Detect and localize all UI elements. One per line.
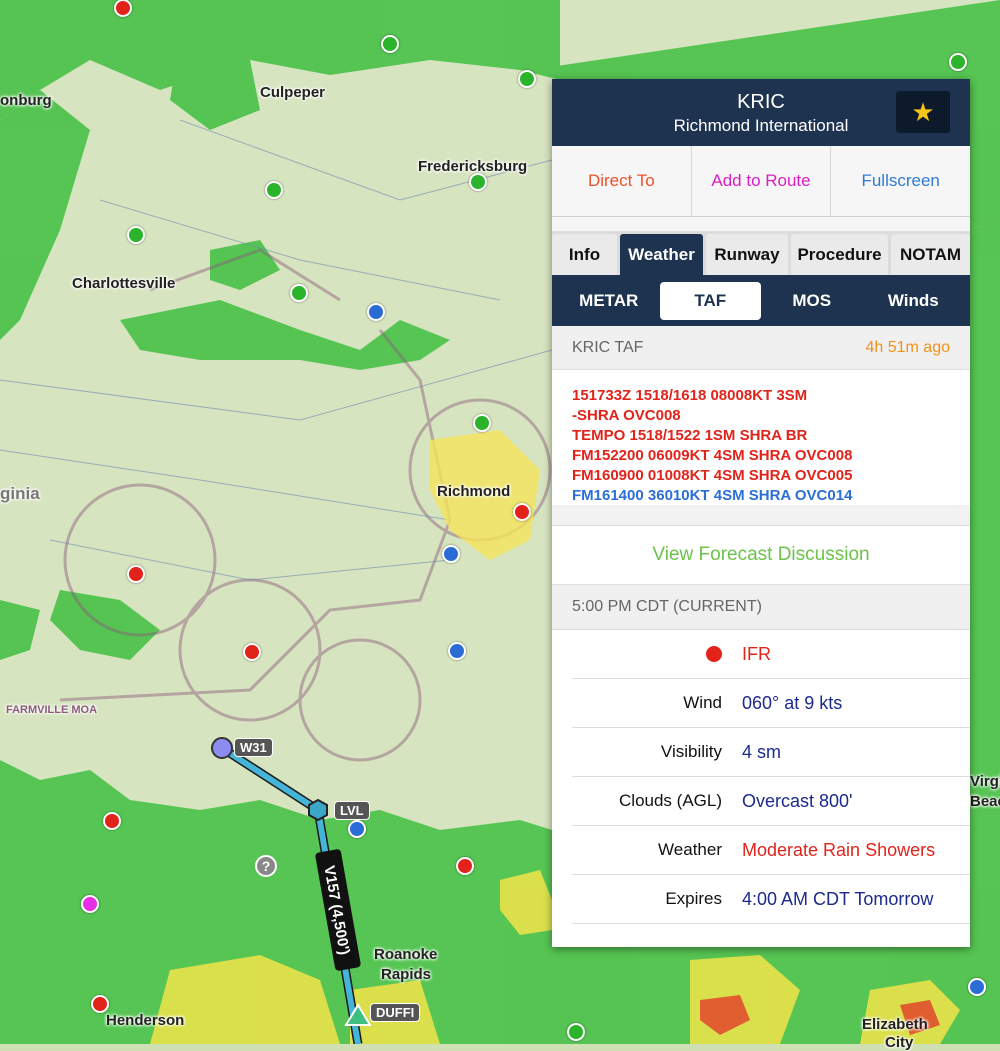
map-label-rapids: Rapids bbox=[381, 966, 432, 983]
taf-text: 151733Z 1518/1618 08008KT 3SM -SHRA OVC0… bbox=[552, 370, 970, 505]
taf-title: KRIC TAF bbox=[572, 338, 644, 356]
taf-line: TEMPO 1518/1522 1SM SHRA BR bbox=[572, 427, 808, 444]
subtab-taf[interactable]: TAF bbox=[659, 281, 761, 320]
visibility-row: Visibility 4 sm bbox=[572, 728, 970, 777]
direct-to-button[interactable]: Direct To bbox=[552, 146, 692, 216]
subtab-mos[interactable]: MOS bbox=[761, 282, 863, 320]
favorite-button[interactable]: ★ bbox=[896, 91, 950, 133]
tab-notam[interactable]: NOTAM bbox=[891, 234, 970, 275]
airport-dot[interactable] bbox=[949, 53, 967, 71]
airport-dot[interactable] bbox=[265, 181, 283, 199]
map-label-charlottesville: Charlottesville bbox=[72, 275, 176, 292]
airport-info-panel: KRIC Richmond International ★ Direct To … bbox=[552, 79, 970, 947]
airport-dot[interactable] bbox=[567, 1023, 585, 1041]
weather-value: Moderate Rain Showers bbox=[742, 839, 936, 860]
taf-line: 151733Z 1518/1618 08008KT 3SM bbox=[572, 387, 808, 404]
expires-label: Expires bbox=[665, 889, 722, 908]
divider bbox=[552, 217, 970, 232]
taf-age: 4h 51m ago bbox=[865, 338, 950, 356]
expires-row: Expires 4:00 AM CDT Tomorrow bbox=[572, 875, 970, 924]
taf-line: FM161400 36010KT 4SM SHRA OVC014 bbox=[572, 487, 853, 504]
taf-line: FM160900 01008KT 4SM SHRA OVC005 bbox=[572, 467, 853, 484]
action-bar: Direct To Add to Route Fullscreen bbox=[552, 146, 970, 217]
expires-value: 4:00 AM CDT Tomorrow bbox=[742, 888, 934, 909]
airport-dot[interactable] bbox=[518, 70, 536, 88]
taf-header: KRIC TAF 4h 51m ago bbox=[552, 326, 970, 370]
divider bbox=[552, 505, 970, 525]
airport-dot[interactable] bbox=[442, 545, 460, 563]
panel-header: KRIC Richmond International ★ bbox=[552, 79, 970, 146]
taf-line: -SHRA OVC008 bbox=[572, 407, 681, 424]
clouds-label: Clouds (AGL) bbox=[619, 791, 722, 810]
airport-dot[interactable] bbox=[367, 303, 385, 321]
svg-text:?: ? bbox=[262, 858, 271, 874]
clouds-value: Overcast 800' bbox=[742, 790, 853, 811]
tab-runway[interactable]: Runway bbox=[706, 234, 788, 275]
visibility-value: 4 sm bbox=[742, 741, 782, 762]
fullscreen-button[interactable]: Fullscreen bbox=[831, 146, 970, 216]
star-icon: ★ bbox=[911, 97, 935, 127]
airport-dot[interactable] bbox=[103, 812, 121, 830]
airport-dot[interactable] bbox=[81, 895, 99, 913]
add-to-route-button[interactable]: Add to Route bbox=[692, 146, 832, 216]
waypoint-lvl[interactable]: LVL bbox=[334, 801, 370, 820]
airport-dot[interactable] bbox=[127, 565, 145, 583]
subtab-winds[interactable]: Winds bbox=[863, 282, 965, 320]
wind-row: Wind 060° at 9 kts bbox=[572, 679, 970, 728]
airport-dot[interactable] bbox=[348, 820, 366, 838]
waypoint-w31[interactable]: W31 bbox=[234, 738, 273, 757]
view-forecast-discussion-link[interactable]: View Forecast Discussion bbox=[552, 525, 970, 585]
weather-subtabs: METAR TAF MOS Winds bbox=[552, 275, 970, 326]
map-label-fredericksburg: Fredericksburg bbox=[418, 158, 528, 175]
map-label-virginia-beach-2: Beac bbox=[970, 793, 1000, 810]
wind-value: 060° at 9 kts bbox=[742, 692, 843, 713]
map-label-henderson: Henderson bbox=[106, 1012, 185, 1029]
airport-dot[interactable] bbox=[448, 642, 466, 660]
clouds-row: Clouds (AGL) Overcast 800' bbox=[572, 777, 970, 826]
current-period-heading: 5:00 PM CDT (CURRENT) bbox=[552, 585, 970, 630]
waypoint-duffi[interactable]: DUFFI bbox=[370, 1003, 421, 1022]
flight-category: IFR bbox=[742, 643, 771, 664]
airport-dot[interactable] bbox=[456, 857, 474, 875]
tab-bar: Info Weather Runway Procedure NOTAM bbox=[552, 232, 970, 275]
map-label-farmville-moa: FARMVILLE MOA bbox=[6, 704, 98, 716]
tab-weather[interactable]: Weather bbox=[620, 234, 703, 275]
weather-label: Weather bbox=[658, 840, 722, 859]
airport-dot[interactable] bbox=[243, 643, 261, 661]
map-label-roanoke: Roanoke bbox=[374, 946, 438, 963]
map-label-virginia: ginia bbox=[0, 484, 40, 503]
tab-procedure[interactable]: Procedure bbox=[791, 234, 888, 275]
airport-dot[interactable] bbox=[469, 173, 487, 191]
airport-dot[interactable] bbox=[381, 35, 399, 53]
map-label-richmond: Richmond bbox=[437, 483, 511, 500]
flight-category-icon bbox=[572, 646, 722, 662]
map-label-culpeper: Culpeper bbox=[260, 84, 326, 101]
map-label-elizabeth: Elizabeth bbox=[862, 1016, 928, 1033]
airport-dot[interactable] bbox=[127, 226, 145, 244]
flight-category-row: IFR bbox=[572, 630, 970, 679]
taf-line: FM152200 06009KT 4SM SHRA OVC008 bbox=[572, 447, 853, 464]
airport-dot[interactable] bbox=[91, 995, 109, 1013]
subtab-metar[interactable]: METAR bbox=[558, 282, 660, 320]
tab-info[interactable]: Info bbox=[552, 234, 617, 275]
airport-dot[interactable] bbox=[968, 978, 986, 996]
airport-dot[interactable] bbox=[513, 503, 531, 521]
visibility-label: Visibility bbox=[660, 742, 722, 761]
map-label-virginia-beach-1: Virgin bbox=[970, 773, 1000, 790]
map-label-harrisonburg: onburg bbox=[0, 92, 52, 109]
weather-row: Weather Moderate Rain Showers bbox=[572, 826, 970, 875]
airport-dot[interactable] bbox=[473, 414, 491, 432]
map-label-city: City bbox=[885, 1034, 914, 1051]
airport-dot[interactable] bbox=[290, 284, 308, 302]
wind-label: Wind bbox=[683, 693, 722, 712]
